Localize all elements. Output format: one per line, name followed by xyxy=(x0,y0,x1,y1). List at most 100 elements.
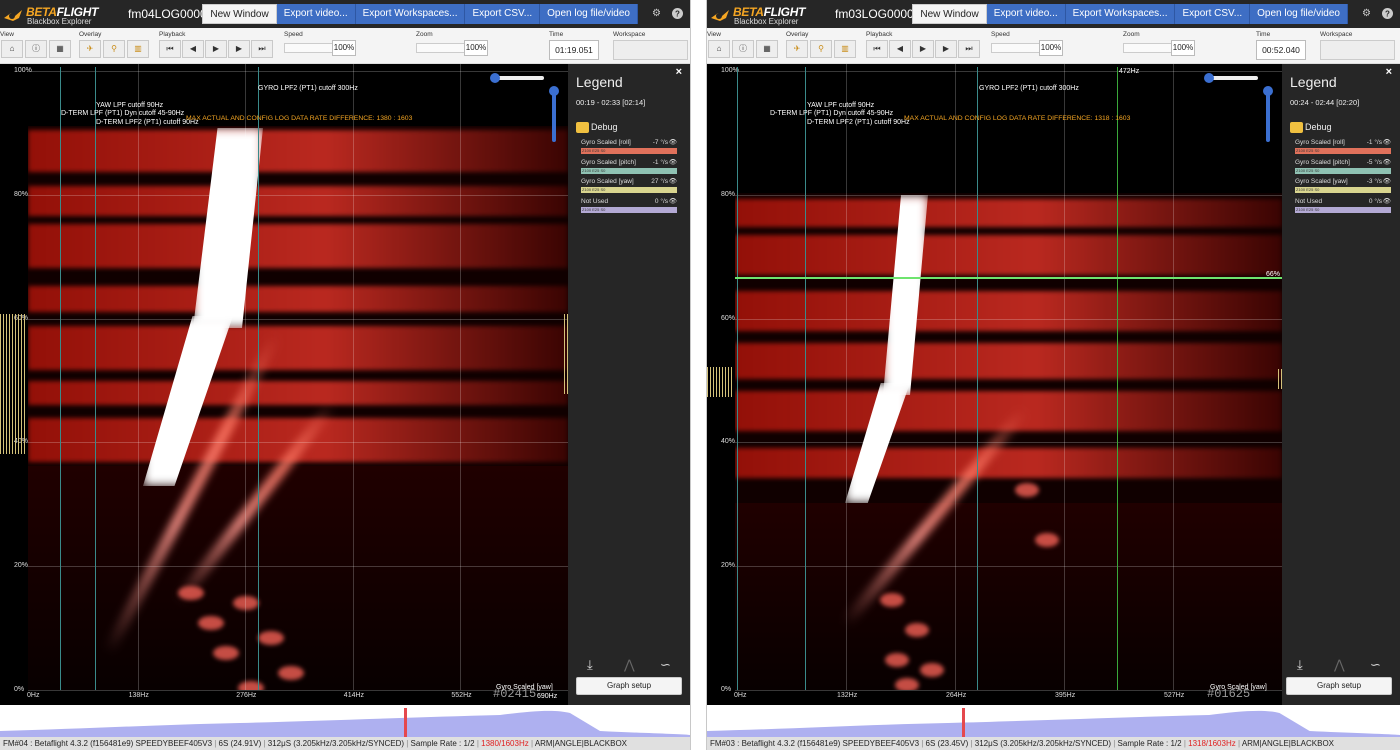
spectrum-zoom-knob[interactable] xyxy=(490,73,500,83)
x-tick-label: 527Hz xyxy=(1164,692,1185,699)
y-tick-label: 80% xyxy=(14,190,29,198)
legend-color-bar: Z100 E25 S0 xyxy=(581,148,677,154)
noise-blob xyxy=(885,653,909,667)
spectrum-plot[interactable]: 100%80%60%40%20%0%0Hz138Hz276Hz414Hz552H… xyxy=(0,64,568,705)
new-window-button[interactable]: New Window xyxy=(912,4,987,24)
legend-icon-row: ⤓ ⋀ ∽ xyxy=(577,657,677,675)
legend-entry[interactable]: Not Used 0 °/s 👁 Z100 E25 S0 xyxy=(1295,198,1391,220)
sticks-overlay-icon[interactable]: ⚲ xyxy=(810,40,832,58)
step-back-icon[interactable]: ◀ xyxy=(889,40,911,58)
filter-cutoff-line xyxy=(977,67,978,690)
filter-cutoff-line xyxy=(95,67,96,690)
eye-icon[interactable]: 👁 xyxy=(669,197,677,205)
low-noise-region xyxy=(735,503,1282,690)
sticks-icon[interactable]: ⤓ xyxy=(587,657,593,673)
eye-icon[interactable]: 👁 xyxy=(669,158,677,166)
export-csv-button[interactable]: Export CSV... xyxy=(465,4,541,24)
legend-entry-name: Gyro Scaled [yaw] xyxy=(1295,178,1348,185)
table-icon[interactable]: ▦ xyxy=(756,40,778,58)
time-input[interactable]: 01:19.051 xyxy=(549,40,599,60)
x-tick-label: 0Hz xyxy=(734,692,747,699)
bee-logo-icon xyxy=(709,4,731,26)
craft-overlay-icon[interactable]: ✈ xyxy=(786,40,808,58)
close-icon[interactable]: × xyxy=(1386,66,1392,78)
play-icon[interactable]: ▶ xyxy=(205,40,227,58)
gear-icon[interactable]: ⚙ xyxy=(650,7,663,20)
legend-entry-tag: Z100 E25 S0 xyxy=(582,187,606,192)
workspace-select[interactable] xyxy=(1320,40,1395,60)
spectrum-vertical-knob[interactable] xyxy=(1263,86,1273,96)
zoom-value[interactable]: 100% xyxy=(1171,40,1195,56)
close-icon[interactable]: × xyxy=(676,66,682,78)
chart-overlay-icon[interactable]: ▥ xyxy=(127,40,149,58)
step-forward-icon[interactable]: ▶ xyxy=(935,40,957,58)
step-forward-icon[interactable]: ▶ xyxy=(228,40,250,58)
graph-setup-button[interactable]: Graph setup xyxy=(576,677,682,695)
time-input[interactable]: 00:52.040 xyxy=(1256,40,1306,60)
smooth-icon[interactable]: ∽ xyxy=(660,657,671,673)
eye-icon[interactable]: 👁 xyxy=(1383,158,1391,166)
open-log-button[interactable]: Open log file/video xyxy=(1250,4,1348,24)
export-video-button[interactable]: Export video... xyxy=(986,4,1066,24)
speed-label: Speed xyxy=(991,31,1010,38)
export-workspaces-button[interactable]: Export Workspaces... xyxy=(1065,4,1176,24)
chart-overlay-icon[interactable]: ▥ xyxy=(834,40,856,58)
status-log-rate: 1318/1603Hz xyxy=(1188,739,1236,748)
step-back-icon[interactable]: ◀ xyxy=(182,40,204,58)
gear-icon[interactable]: ⚙ xyxy=(1360,7,1373,20)
speed-label: Speed xyxy=(284,31,303,38)
playhead-marker[interactable] xyxy=(962,708,965,737)
workspace-select[interactable] xyxy=(613,40,688,60)
data-rate-warning: MAX ACTUAL AND CONFIG LOG DATA RATE DIFF… xyxy=(904,115,1131,122)
spectrum-vertical-knob[interactable] xyxy=(549,86,559,96)
export-video-button[interactable]: Export video... xyxy=(276,4,356,24)
sticks-overlay-icon[interactable]: ⚲ xyxy=(103,40,125,58)
new-window-button[interactable]: New Window xyxy=(202,4,277,24)
zoom-trace-icon[interactable]: ⋀ xyxy=(1334,657,1345,673)
skip-end-icon[interactable]: ⏭ xyxy=(251,40,273,58)
export-workspaces-button[interactable]: Export Workspaces... xyxy=(355,4,466,24)
eye-icon[interactable]: 👁 xyxy=(669,177,677,185)
sticks-icon[interactable]: ⤓ xyxy=(1297,657,1303,673)
spectrum-zoom-knob[interactable] xyxy=(1204,73,1214,83)
workspace-label: Workspace xyxy=(1320,31,1353,38)
export-csv-button[interactable]: Export CSV... xyxy=(1175,4,1251,24)
zoom-value[interactable]: 100% xyxy=(464,40,488,56)
craft-overlay-icon[interactable]: ✈ xyxy=(79,40,101,58)
seek-bar[interactable] xyxy=(707,705,1400,737)
playhead-marker[interactable] xyxy=(404,708,407,737)
y-tick-label: 20% xyxy=(14,562,29,570)
home-icon[interactable]: ⌂ xyxy=(1,40,23,58)
help-icon[interactable]: ? xyxy=(1381,7,1394,20)
play-icon[interactable]: ▶ xyxy=(912,40,934,58)
speed-value[interactable]: 100% xyxy=(1039,40,1063,56)
eye-icon[interactable]: 👁 xyxy=(669,138,677,146)
home-icon[interactable]: ⌂ xyxy=(708,40,730,58)
seek-bar[interactable] xyxy=(0,705,690,737)
help-icon[interactable]: ? xyxy=(671,7,684,20)
eye-icon[interactable]: 👁 xyxy=(1383,177,1391,185)
info-icon[interactable]: ⓘ xyxy=(25,40,47,58)
table-icon[interactable]: ▦ xyxy=(49,40,71,58)
skip-start-icon[interactable]: ⏮ xyxy=(159,40,181,58)
legend-entry[interactable]: Not Used 0 °/s 👁 Z100 E25 S0 xyxy=(581,198,677,220)
smooth-icon[interactable]: ∽ xyxy=(1370,657,1381,673)
bee-logo-icon xyxy=(2,4,24,26)
speed-value[interactable]: 100% xyxy=(332,40,356,56)
view-label: View xyxy=(0,31,14,38)
zoom-trace-icon[interactable]: ⋀ xyxy=(624,657,635,673)
graph-setup-button[interactable]: Graph setup xyxy=(1286,677,1392,695)
spectrum-vertical-slider[interactable] xyxy=(1266,92,1270,142)
open-log-button[interactable]: Open log file/video xyxy=(540,4,638,24)
noise-band xyxy=(28,286,568,312)
spectrum-vertical-slider[interactable] xyxy=(552,92,556,142)
eye-icon[interactable]: 👁 xyxy=(1383,197,1391,205)
skip-end-icon[interactable]: ⏭ xyxy=(958,40,980,58)
eye-icon[interactable]: 👁 xyxy=(1383,138,1391,146)
legend-entry-name: Gyro Scaled [pitch] xyxy=(1295,158,1350,166)
noise-band xyxy=(28,130,568,172)
info-icon[interactable]: ⓘ xyxy=(732,40,754,58)
skip-start-icon[interactable]: ⏮ xyxy=(866,40,888,58)
spectrum-plot[interactable]: 100% 80% 60% 40% 20% 0% 0Hz 132Hz 264Hz 395Hz 527H… xyxy=(707,64,1282,705)
noise-band xyxy=(735,291,1282,331)
